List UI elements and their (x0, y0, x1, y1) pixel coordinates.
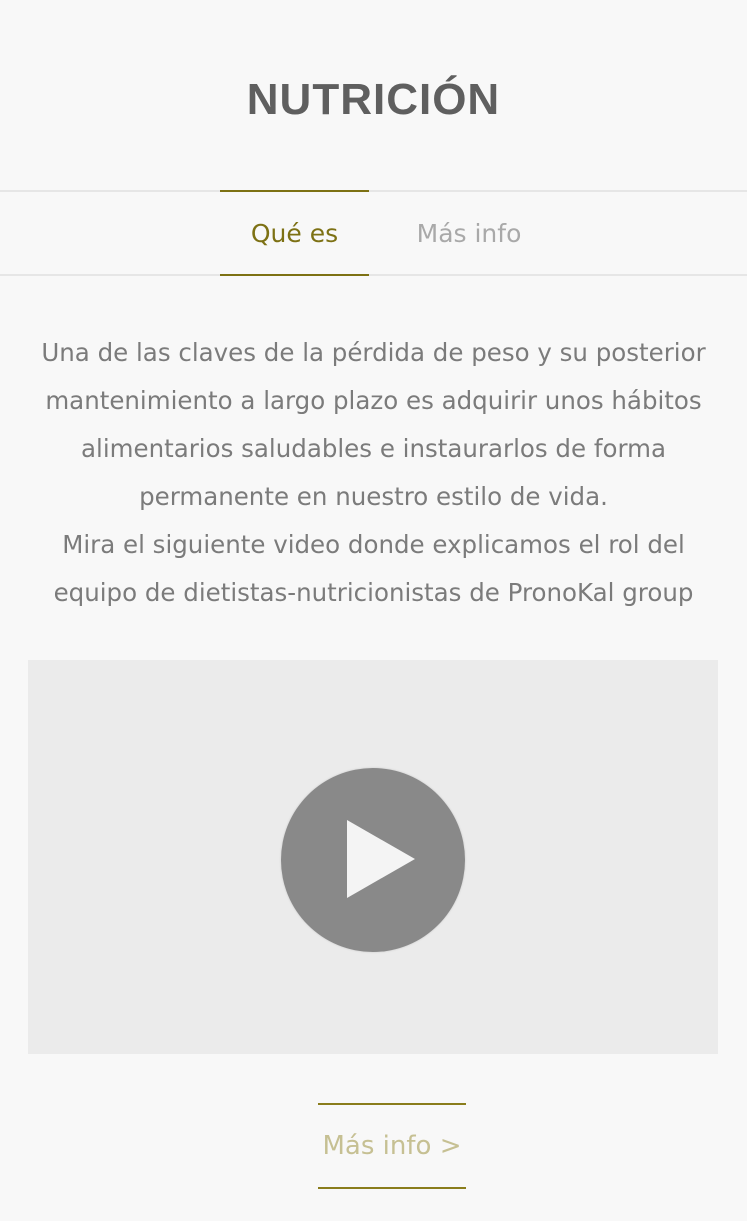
description-paragraph: Una de las claves de la pérdida de peso … (41, 338, 706, 511)
tabs-divider-top (0, 190, 747, 192)
tabs-divider-bottom (0, 274, 747, 276)
more-info-link[interactable]: Más info > (318, 1103, 466, 1189)
tab-que-es[interactable]: Qué es (220, 190, 369, 276)
description: Una de las claves de la pérdida de peso … (20, 329, 727, 617)
video-player[interactable] (28, 660, 718, 1054)
play-button[interactable] (281, 768, 465, 952)
page-title: NUTRICIÓN (246, 75, 501, 124)
tab-mas-info[interactable]: Más info (394, 190, 544, 276)
play-icon (347, 820, 415, 898)
description-paragraph: Mira el siguiente video donde explicamos… (53, 530, 694, 607)
